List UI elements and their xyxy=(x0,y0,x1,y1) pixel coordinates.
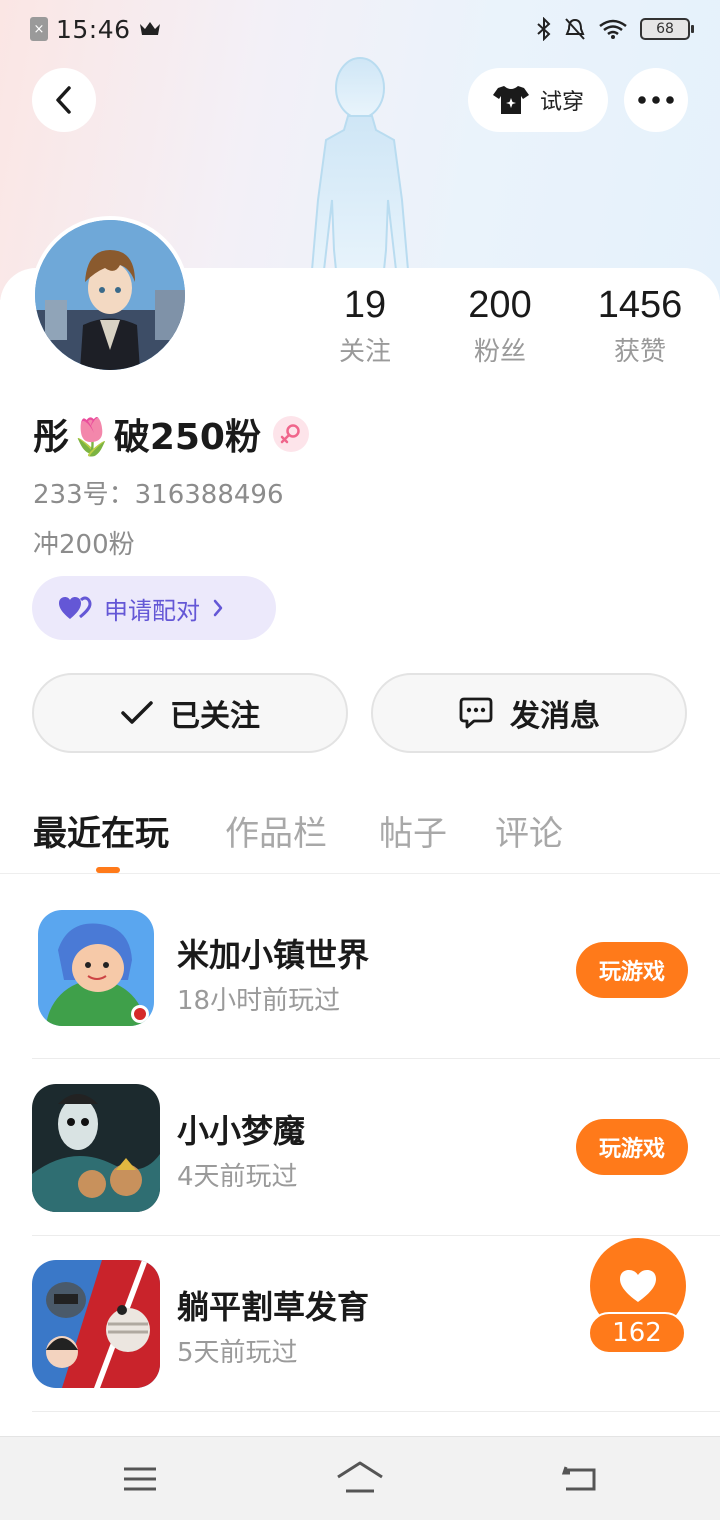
following-label: 关注 xyxy=(338,337,391,367)
chat-bubble-icon xyxy=(459,697,493,729)
tab-comments[interactable]: 评论 xyxy=(495,806,563,855)
more-options-button[interactable] xyxy=(624,68,688,132)
stat-following[interactable]: 19 关注 xyxy=(300,284,430,368)
back-button[interactable] xyxy=(32,68,96,132)
following-count: 19 xyxy=(343,284,387,326)
more-dots-icon xyxy=(638,96,674,104)
battery-indicator: 68 xyxy=(640,18,694,40)
divider xyxy=(32,1235,720,1236)
user-name: 彤🌷破250粉 xyxy=(33,417,261,458)
status-bar: × 15:46 68 xyxy=(0,0,720,58)
chevron-left-icon xyxy=(56,86,71,114)
game-icon-lying-flat xyxy=(32,1260,160,1388)
game-title: 小小梦魔 xyxy=(177,1112,306,1150)
tab-works[interactable]: 作品栏 xyxy=(225,806,327,855)
status-time: 15:46 xyxy=(56,14,131,44)
checkmark-icon xyxy=(121,701,153,724)
game-icon-little-nightmare xyxy=(32,1084,160,1212)
tab-posts[interactable]: 帖子 xyxy=(379,806,447,855)
back-icon[interactable] xyxy=(560,1459,600,1499)
play-game-button[interactable]: 玩游戏 xyxy=(576,942,688,998)
profile-stats: 19 关注 200 粉丝 1456 获赞 xyxy=(300,284,700,374)
divider xyxy=(32,1411,720,1412)
followed-label: 已关注 xyxy=(170,699,260,734)
like-floating-button[interactable]: 162 xyxy=(574,1238,690,1356)
game-icon-toca-world xyxy=(38,910,154,1026)
send-message-button[interactable]: 发消息 xyxy=(371,673,687,753)
game-title: 躺平割草发育 xyxy=(177,1288,370,1326)
list-item[interactable]: 米加小镇世界 18小时前玩过 玩游戏 xyxy=(32,910,720,1087)
followers-label: 粉丝 xyxy=(473,337,526,367)
crown-icon xyxy=(139,22,160,35)
home-icon[interactable] xyxy=(336,1459,384,1499)
bluetooth-icon xyxy=(537,17,551,41)
apply-pair-label: 申请配对 xyxy=(104,596,200,625)
game-last-played: 18小时前玩过 xyxy=(177,986,341,1016)
followed-button[interactable]: 已关注 xyxy=(32,673,348,753)
likes-count: 1456 xyxy=(597,284,683,326)
stat-likes[interactable]: 1456 获赞 xyxy=(575,284,705,368)
notification-close-icon: × xyxy=(30,17,48,41)
send-message-label: 发消息 xyxy=(510,699,600,734)
mute-bell-icon xyxy=(565,18,585,40)
divider xyxy=(32,1058,720,1059)
try-on-button[interactable]: 试穿 xyxy=(468,68,608,132)
tab-recently-played[interactable]: 最近在玩 xyxy=(33,806,169,855)
game-last-played: 5天前玩过 xyxy=(177,1338,298,1368)
double-heart-icon xyxy=(59,596,92,619)
like-count: 162 xyxy=(588,1312,686,1354)
user-bio: 冲200粉 xyxy=(33,530,135,560)
shirt-icon xyxy=(492,86,529,114)
name-row: 彤🌷破250粉 xyxy=(33,408,309,460)
menu-icon[interactable] xyxy=(120,1459,160,1499)
heart-icon xyxy=(620,1270,656,1302)
stat-followers[interactable]: 200 粉丝 xyxy=(435,284,565,368)
apply-pair-button[interactable]: 申请配对 xyxy=(32,576,276,640)
chevron-right-icon xyxy=(213,599,223,617)
game-last-played: 4天前玩过 xyxy=(177,1162,298,1192)
wifi-icon xyxy=(599,19,627,39)
avatar-image xyxy=(35,220,185,370)
try-on-label: 试穿 xyxy=(539,90,584,115)
user-id: 233号：316388496 xyxy=(33,480,284,510)
game-title: 米加小镇世界 xyxy=(177,936,370,974)
likes-label: 获赞 xyxy=(613,337,666,367)
followers-count: 200 xyxy=(468,284,532,326)
divider xyxy=(0,873,720,874)
female-gender-icon xyxy=(272,416,309,452)
avatar[interactable] xyxy=(31,216,189,374)
3d-avatar-figure xyxy=(310,57,410,290)
play-game-button[interactable]: 玩游戏 xyxy=(576,1119,688,1175)
system-navigation-bar xyxy=(0,1436,720,1520)
